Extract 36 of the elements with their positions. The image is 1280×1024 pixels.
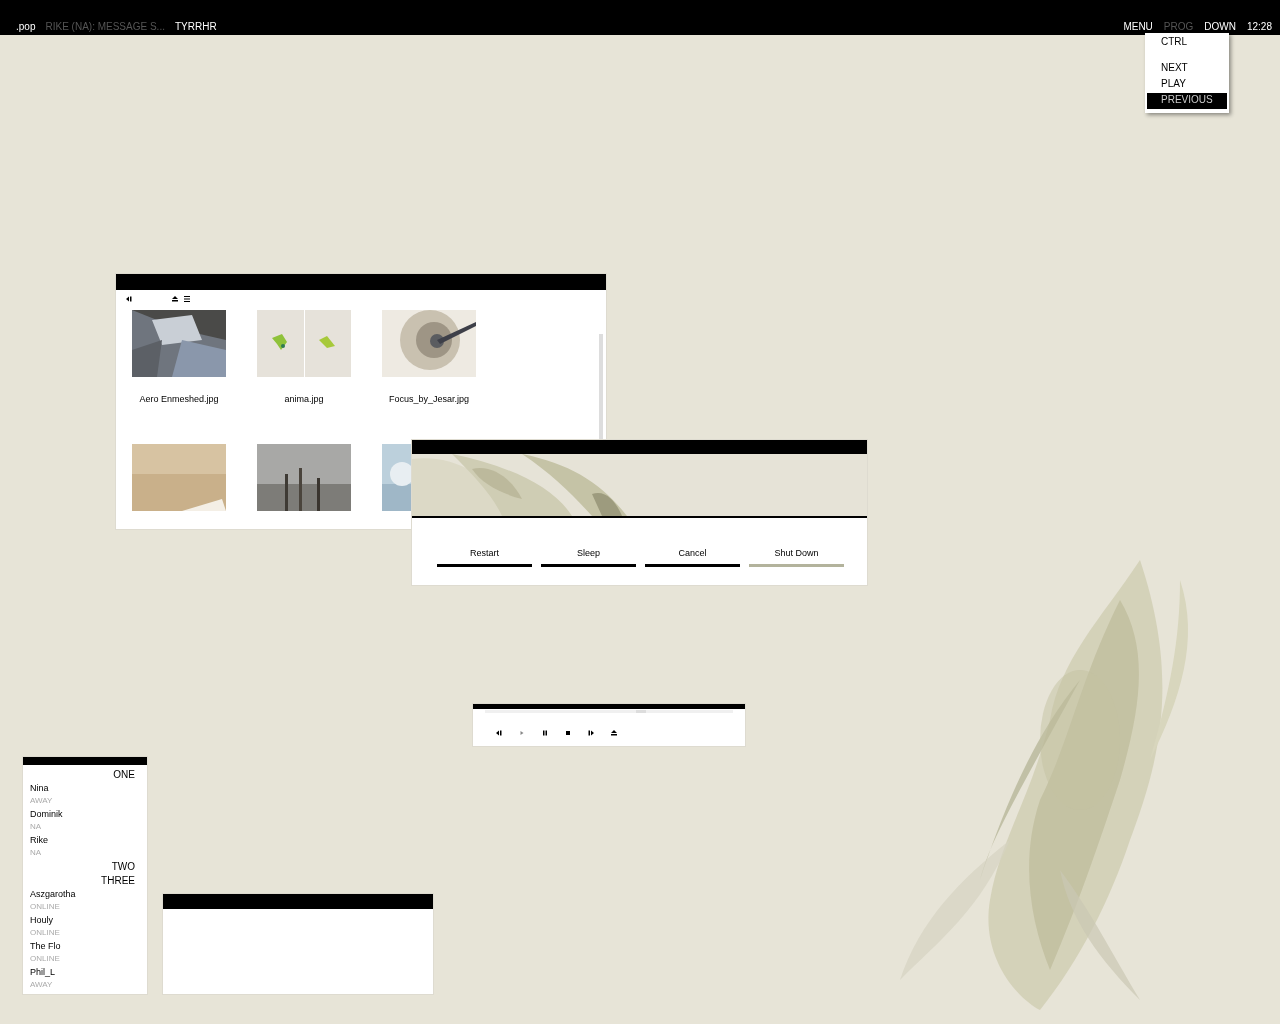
group-header[interactable]: ONE [30,768,147,782]
group-header[interactable]: THREE [30,874,147,888]
top-bar-item[interactable]: .pop [16,21,36,33]
previous-icon[interactable] [496,730,502,736]
contact-status: AWAY [30,979,54,991]
list-icon[interactable] [184,296,190,302]
contact-name[interactable]: Rike [30,834,147,846]
menu-item[interactable]: NEXT [1147,61,1227,77]
pause-icon[interactable] [542,730,548,736]
contact-name[interactable]: Aszgarotha [30,888,147,900]
contact-name[interactable]: Nina [30,782,147,794]
top-bar-item[interactable]: TYRRHR [174,21,217,33]
seek-thumb[interactable] [636,710,647,713]
top-bar-menu[interactable]: MENU [1123,21,1153,33]
eject-icon[interactable] [172,296,178,302]
contact-name[interactable]: The Flo [30,940,147,952]
play-icon[interactable] [519,730,525,736]
contact-status: ONLINE [30,901,61,913]
stop-icon[interactable] [565,730,571,736]
next-icon[interactable] [588,730,594,736]
group-header[interactable]: TWO [30,860,147,874]
contact-status: AWAY [30,795,54,807]
contact-status: NA [30,821,43,833]
clock: 12:28 [1246,21,1272,33]
contact-status: NA [30,847,43,859]
contact-name[interactable]: Houly [30,914,147,926]
top-bar-menu[interactable]: DOWN [1204,21,1236,33]
menu-item[interactable]: CTRL [1147,35,1227,51]
menu-item[interactable]: PREVIOUS [1147,93,1227,109]
contact-name[interactable]: Phil_L [30,966,147,978]
back-icon[interactable] [126,296,132,302]
contact-status: ONLINE [30,927,61,939]
contact-name[interactable]: Dominik [30,808,147,820]
eject-icon[interactable] [611,730,617,736]
menu-item[interactable]: PLAY [1147,77,1227,93]
contact-status: ONLINE [30,953,61,965]
